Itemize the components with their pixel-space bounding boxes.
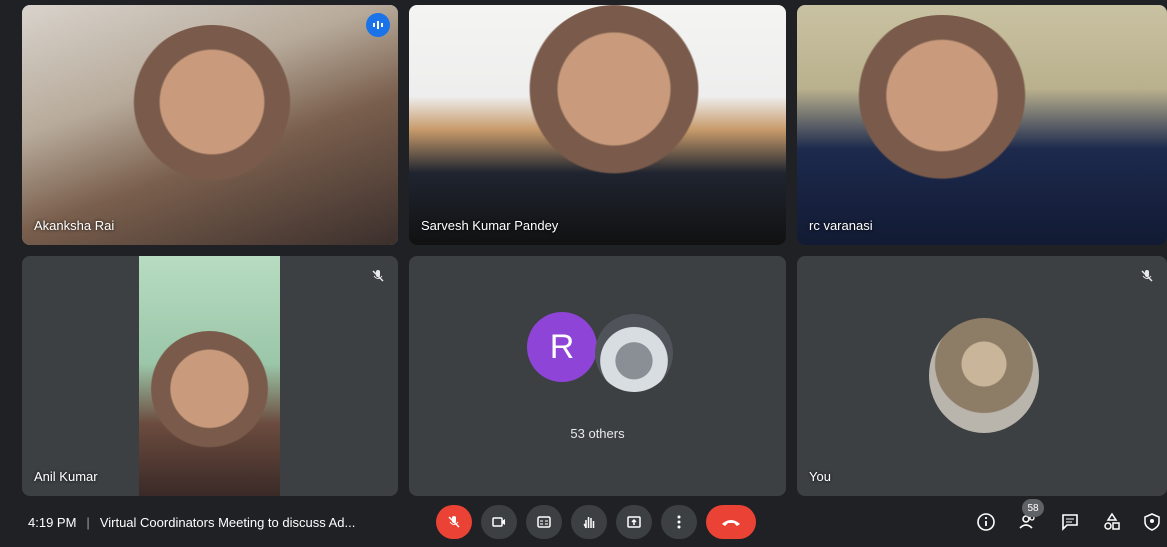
participant-figure: [117, 25, 307, 245]
participant-name: You: [809, 469, 831, 484]
meeting-time: 4:19 PM: [28, 514, 77, 530]
more-options-button[interactable]: [661, 505, 697, 539]
meeting-info: 4:19 PM | Virtual Coordinators Meeting t…: [28, 497, 355, 547]
mic-off-icon: [448, 516, 460, 528]
end-call-button[interactable]: [706, 505, 756, 539]
camera-toggle-button[interactable]: [481, 505, 517, 539]
people-button[interactable]: 58: [1015, 499, 1044, 535]
participant-name: Akanksha Rai: [34, 218, 115, 233]
participant-name: rc varanasi: [809, 218, 873, 233]
participant-tile-akanksha[interactable]: Akanksha Rai: [22, 5, 398, 245]
participant-name: Anil Kumar: [34, 469, 98, 484]
participant-tile-anil[interactable]: Anil Kumar: [22, 256, 398, 496]
control-bar: 4:19 PM | Virtual Coordinators Meeting t…: [0, 497, 1167, 547]
activities-button[interactable]: [1099, 509, 1125, 535]
end-call-icon: [722, 520, 740, 526]
present-button[interactable]: [616, 505, 652, 539]
chat-button[interactable]: [1057, 509, 1083, 535]
participant-tile-rc-varanasi[interactable]: rc varanasi: [797, 5, 1167, 245]
mic-off-icon: [1137, 266, 1157, 286]
others-count: 53 others: [570, 426, 625, 441]
present-icon: [627, 516, 641, 528]
raise-hand-button[interactable]: [571, 505, 607, 539]
participant-tile-sarvesh[interactable]: Sarvesh Kumar Pandey: [409, 5, 786, 245]
captions-button[interactable]: [526, 505, 562, 539]
info-icon: [977, 513, 995, 531]
speaking-indicator-icon: [366, 13, 390, 37]
activities-icon: [1104, 512, 1120, 530]
mic-off-icon: [368, 266, 388, 286]
captions-icon: [537, 516, 551, 528]
participant-name: Sarvesh Kumar Pandey: [421, 218, 559, 233]
chat-icon: [1062, 514, 1078, 531]
separator: |: [86, 514, 90, 530]
host-controls-icon: [1144, 513, 1160, 531]
raise-hand-icon: [583, 517, 595, 529]
participant-figure: [139, 331, 280, 496]
avatar-photo: [929, 318, 1039, 433]
participant-figure: [837, 15, 1047, 245]
mic-toggle-button[interactable]: [436, 505, 472, 539]
participant-tile-you[interactable]: You: [797, 256, 1167, 496]
meeting-title: Virtual Coordinators Meeting to discuss …: [99, 514, 356, 530]
participant-figure: [514, 5, 714, 245]
avatar-photo: [595, 314, 673, 392]
avatar: R: [527, 312, 597, 382]
participant-tile-others[interactable]: R 53 others: [409, 256, 786, 496]
more-options-icon: [677, 515, 681, 529]
camera-icon: [492, 517, 505, 527]
people-count-badge: 58: [1022, 499, 1044, 517]
meeting-details-button[interactable]: [973, 509, 999, 535]
host-controls-button[interactable]: [1139, 509, 1165, 535]
